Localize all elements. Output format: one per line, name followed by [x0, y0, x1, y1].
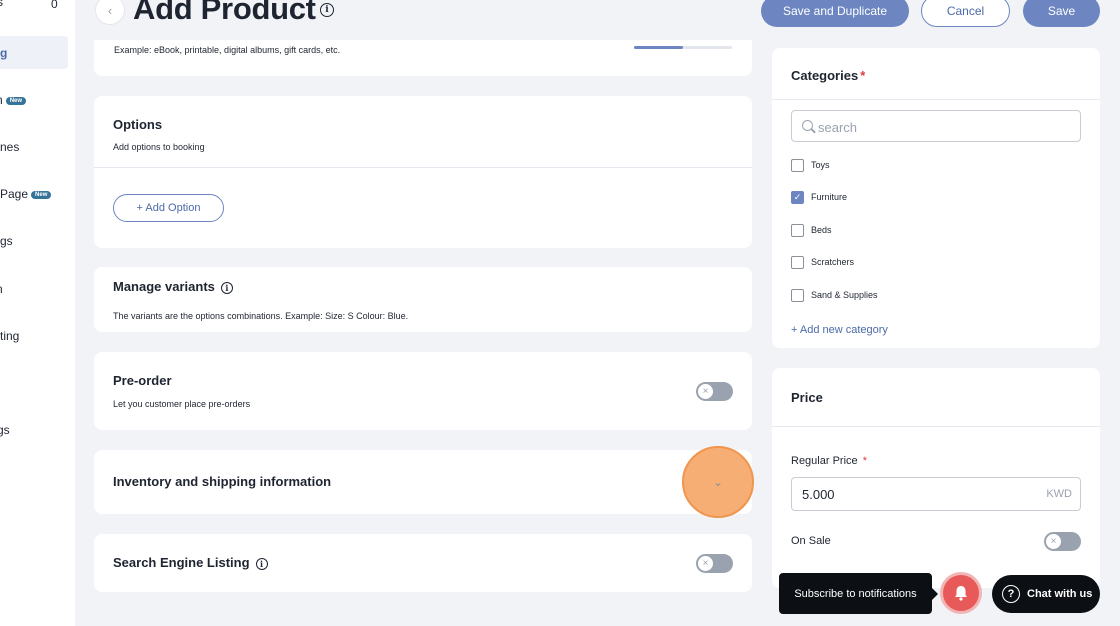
category-item[interactable]: Beds [791, 222, 832, 238]
category-item[interactable]: Scratchers [791, 254, 854, 270]
required-mark: * [862, 455, 867, 467]
sidebar-item-8[interactable]: gs [0, 423, 10, 437]
sidebar-item-6[interactable]: n [0, 282, 3, 296]
options-title: Options [113, 117, 163, 132]
digital-product-card: Example: eBook, printable, digital album… [94, 40, 752, 76]
sidebar-item-catalog[interactable]: g [0, 46, 7, 60]
sidebar: 0 s g nNew nes PageNew gs n ting gs [0, 0, 75, 626]
category-label: Scratchers [811, 257, 855, 267]
inventory-card[interactable]: Inventory and shipping information ⌄ [94, 446, 754, 518]
chevron-left-icon: ‹ [107, 2, 113, 18]
divider [94, 167, 752, 168]
checkbox[interactable] [791, 223, 804, 237]
sidebar-item-4[interactable]: Page New [0, 187, 52, 201]
options-subtitle: Add options to booking [113, 142, 205, 152]
seo-title-text: Search Engine Listing [113, 555, 250, 570]
add-option-button[interactable]: + Add Option [113, 194, 224, 222]
category-search[interactable] [791, 110, 1081, 142]
digital-product-hint: Example: eBook, printable, digital album… [114, 45, 341, 55]
notifications-tooltip: Subscribe to notifications [779, 573, 938, 614]
sidebar-count: 0 [51, 0, 58, 11]
category-label: Sand & Supplies [811, 290, 878, 300]
required-mark: * [860, 68, 866, 83]
checkbox[interactable]: ✓ [791, 190, 804, 204]
back-button[interactable]: ‹ [95, 0, 125, 25]
sidebar-item-0[interactable]: s [0, 0, 3, 9]
sidebar-active-highlight [0, 36, 68, 69]
category-label: Toys [811, 160, 830, 170]
checkbox[interactable] [791, 158, 804, 172]
info-icon[interactable]: i [255, 557, 268, 570]
price-title: Price [791, 390, 823, 405]
variants-subtitle: The variants are the options combination… [113, 311, 409, 321]
sidebar-item-label: n [0, 93, 3, 107]
currency-label: KWD [1046, 488, 1072, 500]
on-sale-label: On Sale [791, 535, 831, 547]
add-category-link[interactable]: + Add new category [791, 324, 888, 336]
category-label: Furniture [811, 192, 848, 202]
category-item[interactable]: Sand & Supplies [791, 287, 878, 303]
notification-bell-button[interactable] [940, 572, 982, 614]
chevron-down-icon: ⌄ [712, 475, 724, 489]
preorder-toggle[interactable]: × [696, 382, 733, 401]
preorder-subtitle: Let you customer place pre-orders [113, 399, 251, 409]
help-icon: ? [1002, 585, 1020, 603]
regular-price-label-text: Regular Price [791, 455, 858, 467]
sidebar-item-5[interactable]: gs [0, 234, 13, 248]
info-icon[interactable]: i [220, 281, 233, 294]
preorder-card: Pre-order Let you customer place pre-ord… [94, 352, 752, 430]
regular-price-input[interactable]: 5.000 KWD [791, 477, 1081, 511]
bell-icon [955, 586, 967, 601]
page-title: Add Product [133, 0, 316, 26]
categories-title: Categories * [791, 68, 865, 83]
expand-inventory-button[interactable]: ⌄ [682, 446, 754, 518]
variants-title-text: Manage variants [113, 279, 215, 294]
sidebar-item-label: Page [0, 187, 29, 201]
search-icon [802, 120, 813, 131]
price-card: Price Regular Price * 5.000 KWD On Sale … [772, 368, 1100, 588]
category-search-input[interactable] [818, 117, 1068, 137]
sidebar-item-2[interactable]: nNew [0, 93, 27, 107]
on-sale-toggle[interactable]: × [1044, 532, 1081, 551]
sidebar-item-7[interactable]: ting [0, 329, 19, 343]
new-badge: New [5, 96, 27, 105]
category-item[interactable]: Toys [791, 157, 830, 173]
preorder-title: Pre-order [113, 373, 172, 388]
sidebar-item-3[interactable]: nes [0, 140, 19, 154]
segmented-control[interactable] [634, 46, 732, 49]
options-card: Options Add options to booking + Add Opt… [94, 96, 752, 248]
seo-card: Search Engine Listing i × [94, 534, 752, 592]
category-label: Beds [811, 225, 832, 235]
category-item[interactable]: ✓ Furniture [791, 189, 847, 205]
chat-label: Chat with us [1027, 588, 1093, 600]
check-icon: ✓ [793, 191, 802, 202]
close-icon: × [1046, 534, 1061, 549]
regular-price-value: 5.000 [802, 487, 835, 502]
divider [772, 99, 1100, 100]
regular-price-label: Regular Price * [791, 455, 867, 467]
checkbox[interactable] [791, 288, 804, 302]
new-badge: New [31, 190, 52, 199]
save-and-duplicate-button[interactable]: Save and Duplicate [761, 0, 909, 27]
save-button[interactable]: Save [1023, 0, 1100, 27]
variants-card: Manage variants i The variants are the op… [94, 267, 752, 332]
seo-title: Search Engine Listing i [113, 555, 268, 570]
chat-button[interactable]: ? Chat with us [992, 575, 1100, 613]
categories-title-text: Categories [791, 68, 859, 83]
checkbox[interactable] [791, 255, 804, 269]
variants-title: Manage variants i [113, 279, 233, 294]
info-icon[interactable]: i [320, 3, 334, 17]
segmented-control-active [634, 46, 683, 49]
divider [772, 426, 1100, 427]
inventory-title: Inventory and shipping information [113, 474, 332, 489]
categories-card: Categories* Toys ✓ Furniture Beds Scratch… [772, 48, 1100, 348]
close-icon: × [698, 556, 713, 571]
close-icon: × [698, 384, 713, 399]
cancel-button[interactable]: Cancel [921, 0, 1010, 27]
seo-toggle[interactable]: × [696, 554, 733, 573]
